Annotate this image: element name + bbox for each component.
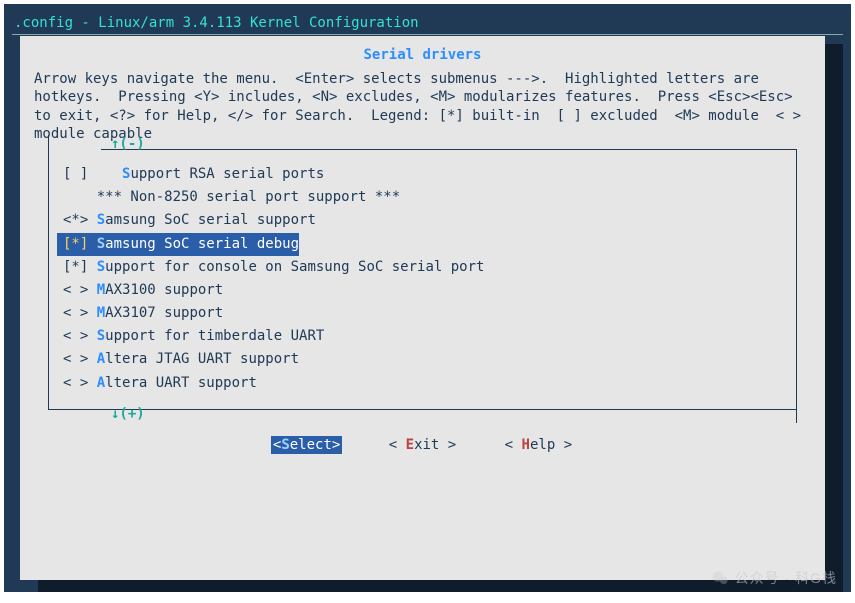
list-item[interactable]: < > Altera JTAG UART support <box>57 348 788 371</box>
item-label: upport for console on Samsung SoC serial… <box>105 259 484 275</box>
item-label: upport RSA serial ports <box>130 166 324 182</box>
item-hotkey: M <box>97 305 105 321</box>
list-item[interactable]: < > MAX3100 support <box>57 279 788 302</box>
button-bar: <Select> < Exit > < Help > <box>28 416 817 458</box>
box-top-rule <box>101 149 797 150</box>
item-hotkey: M <box>97 282 105 298</box>
item-state: [*] <box>63 236 97 252</box>
list-item[interactable]: [*] Support for console on Samsung SoC s… <box>57 256 788 279</box>
item-label: upport for timberdale UART <box>105 328 324 344</box>
item-label: ltera UART support <box>105 375 257 391</box>
help-button[interactable]: < Help > <box>503 436 574 454</box>
item-state: [ ] <box>63 166 97 182</box>
item-state: [*] <box>63 259 97 275</box>
item-state: <*> <box>63 212 97 228</box>
item-state: < > <box>63 305 97 321</box>
item-label: amsung SoC serial debug <box>105 236 299 252</box>
item-state: < > <box>63 282 97 298</box>
scroll-down-indicator: ↓(+) <box>111 405 145 423</box>
item-state: < > <box>63 351 97 367</box>
item-label: AX3100 support <box>105 282 223 298</box>
item-label: amsung SoC serial support <box>105 212 316 228</box>
list-item[interactable]: < > Support for timberdale UART <box>57 325 788 348</box>
item-hotkey: A <box>97 375 105 391</box>
list-item[interactable]: < > Altera UART support <box>57 372 788 395</box>
item-hotkey: S <box>97 212 105 228</box>
item-label: *** Non-8250 serial port support *** <box>97 189 400 205</box>
list-item[interactable]: [ ] Support RSA serial ports <box>57 163 788 186</box>
menu-title: Serial drivers <box>28 42 817 70</box>
item-hotkey: S <box>97 259 105 275</box>
item-state: < > <box>63 328 97 344</box>
terminal-screen: .config - Linux/arm 3.4.113 Kernel Confi… <box>4 4 851 592</box>
box-corner <box>48 135 61 149</box>
list-item[interactable]: <*> Samsung SoC serial support <box>57 209 788 232</box>
select-button[interactable]: <Select> <box>271 436 342 454</box>
scroll-up-indicator: ↑(-) <box>111 135 145 153</box>
item-hotkey: S <box>97 328 105 344</box>
item-state <box>63 189 97 205</box>
item-label: ltera JTAG UART support <box>105 351 299 367</box>
item-hotkey: S <box>97 236 105 252</box>
kconfig-dialog: Serial drivers Arrow keys navigate the m… <box>20 36 825 580</box>
option-list[interactable]: ↑(-) [ ] Support RSA serial ports *** No… <box>48 149 797 410</box>
list-item[interactable]: *** Non-8250 serial port support *** <box>57 186 788 209</box>
item-hotkey: A <box>97 351 105 367</box>
list-item[interactable]: < > MAX3107 support <box>57 302 788 325</box>
list-item[interactable]: [*] Samsung SoC serial debug <box>57 233 299 256</box>
box-corner <box>785 409 797 423</box>
item-label: AX3107 support <box>105 305 223 321</box>
help-text: Arrow keys navigate the menu. <Enter> se… <box>28 70 817 145</box>
exit-button[interactable]: < Exit > <box>387 436 458 454</box>
item-state: < > <box>63 375 97 391</box>
